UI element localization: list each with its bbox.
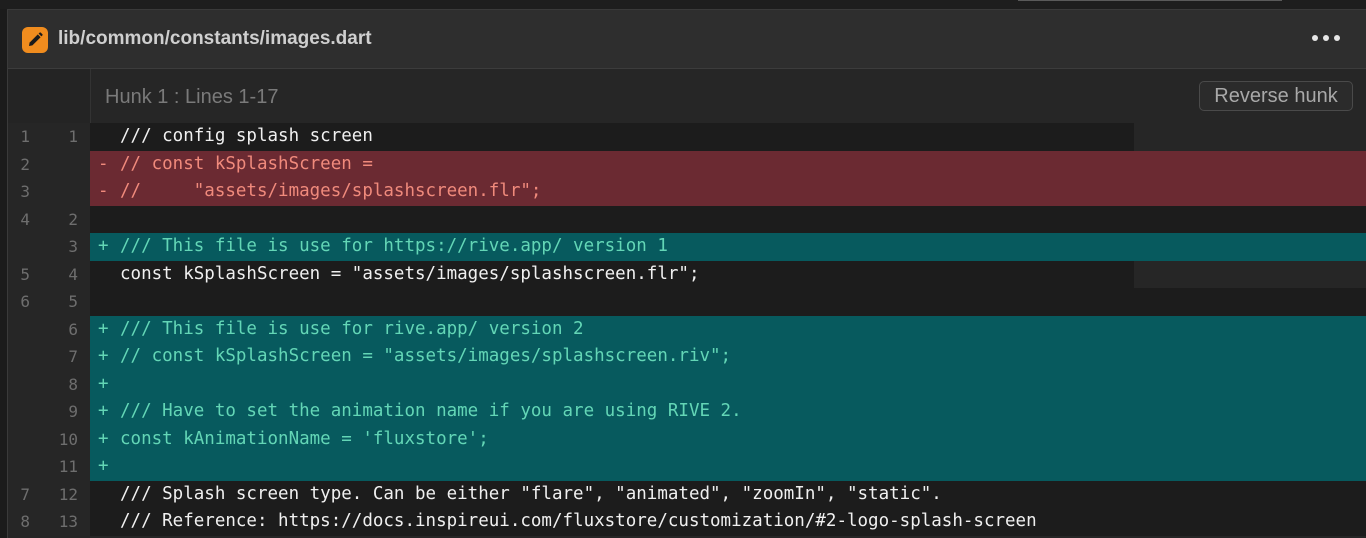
code-text: + /// This file is use for https://rive.a… (90, 233, 1366, 261)
reverse-hunk-button[interactable]: Reverse hunk (1199, 81, 1353, 111)
diff-line-context[interactable]: 5 4 const kSplashScreen = "assets/images/… (8, 260, 1366, 289)
diff-sign: + (98, 318, 109, 339)
tab-edge (1018, 0, 1282, 1)
diff-lines: 11 /// config splash screen 2-// const kS… (8, 123, 1366, 536)
diff-line-added[interactable]: 3 + /// This file is use for https://rive.… (8, 233, 1366, 261)
diff-sign: + (98, 373, 109, 394)
new-line-number: 3 (68, 237, 78, 256)
new-line-number: 12 (58, 484, 78, 504)
code-text: + // const kSplashScreen = "assets/images… (90, 343, 1366, 371)
old-line-number: 7 (20, 484, 30, 504)
code-text: + (90, 453, 1366, 481)
diff-line-removed[interactable]: 3 -// "assets/images/splashscreen.flr"; (8, 178, 1366, 206)
hunk-header: Hunk 1 : Lines 1-17 Reverse hunk (8, 69, 1366, 123)
file-header: lib/common/constants/images.dart (8, 10, 1366, 69)
code-content: /// Have to set the animation name if yo… (120, 401, 742, 421)
diff-line-context[interactable]: 7 12 /// Splash screen type. Can be eithe… (8, 480, 1366, 509)
diff-sign (98, 508, 120, 536)
diff-line-added[interactable]: 7 + // const kSplashScreen = "assets/image… (8, 343, 1366, 371)
code-content: /// This file is use for https://rive.ap… (120, 236, 668, 256)
code-text: /// config splash screen (90, 123, 1134, 151)
new-line-number: 11 (58, 457, 78, 476)
code-content: /// Reference: https://docs.inspireui.co… (120, 511, 1037, 531)
new-line-number: 7 (68, 347, 78, 366)
code-content: const kSplashScreen = "assets/images/spl… (120, 263, 700, 284)
diff-line-context[interactable]: 8 13 /// Reference: https://docs.inspireu… (8, 508, 1366, 536)
code-content: // const kSplashScreen = (120, 153, 373, 174)
new-line-number: 8 (68, 374, 78, 394)
old-line-number: 4 (20, 209, 30, 229)
diff-sign: + (98, 346, 109, 366)
window-top-strip (0, 0, 1366, 9)
new-line-number: 13 (58, 512, 78, 531)
code-text: + /// Have to set the animation name if y… (90, 398, 1366, 426)
old-line-number: 1 (20, 127, 30, 146)
new-line-number: 10 (58, 429, 78, 449)
code-content: // "assets/images/splashscreen.flr"; (120, 181, 542, 201)
hunk-title: Hunk 1 : Lines 1-17 (105, 86, 279, 108)
diff-panel: lib/common/constants/images.dart Hunk 1 … (7, 9, 1366, 538)
code-text: -// const kSplashScreen = (90, 150, 1366, 178)
code-content: const kAnimationName = 'fluxstore'; (120, 428, 489, 449)
diff-line-added[interactable]: 11 + (8, 453, 1366, 481)
old-line-number: 5 (20, 264, 30, 284)
more-options-icon[interactable] (1310, 30, 1342, 46)
code-text: /// Reference: https://docs.inspireui.co… (90, 508, 1366, 536)
diff-sign (98, 481, 120, 509)
diff-line-removed[interactable]: 2 -// const kSplashScreen = (8, 150, 1366, 178)
code-text (90, 288, 1366, 316)
new-line-number: 9 (68, 402, 78, 421)
diff-sign (98, 206, 120, 234)
code-content: // const kSplashScreen = "assets/images/… (120, 346, 732, 366)
diff-line-context[interactable]: 1 1 /// config splash screen (8, 123, 1366, 151)
diff-line-added[interactable]: 8 + (8, 370, 1366, 398)
diff-sign: + (98, 236, 109, 256)
diff-sign (98, 288, 120, 316)
diff-line-added[interactable]: 9 + /// Have to set the animation name if … (8, 398, 1366, 426)
code-text: + const kAnimationName = 'fluxstore'; (90, 425, 1366, 453)
new-line-number: 1 (68, 127, 78, 146)
pencil-icon (22, 27, 48, 53)
code-text: + /// This file is use for rive.app/ vers… (90, 315, 1366, 343)
file-path: lib/common/constants/images.dart (58, 28, 372, 49)
diff-line-context[interactable]: 65 (8, 288, 1366, 316)
new-line-number: 5 (68, 292, 78, 311)
code-text: /// Splash screen type. Can be either "f… (90, 480, 1366, 509)
old-line-number: 3 (20, 182, 30, 201)
code-text: -// "assets/images/splashscreen.flr"; (90, 178, 1366, 206)
new-line-number: 4 (68, 264, 78, 284)
diff-sign: + (98, 456, 109, 476)
diff-sign (98, 261, 120, 289)
code-text (90, 205, 1366, 234)
diff-sign: + (98, 428, 109, 449)
diff-sign: + (98, 401, 109, 421)
diff-sign: - (98, 153, 109, 174)
code-text: + (90, 370, 1366, 398)
code-text: const kSplashScreen = "assets/images/spl… (90, 260, 1134, 289)
code-content: /// This file is use for rive.app/ versi… (120, 318, 584, 339)
code-content: /// Splash screen type. Can be either "f… (120, 483, 942, 504)
old-line-number: 6 (20, 292, 30, 311)
diff-line-added[interactable]: 10 + const kAnimationName = 'fluxstore'; (8, 425, 1366, 453)
diff-sign (98, 123, 120, 151)
new-line-number: 2 (68, 209, 78, 229)
new-line-number: 6 (68, 319, 78, 339)
diff-line-context[interactable]: 42 (8, 205, 1366, 234)
diff-line-added[interactable]: 6 + /// This file is use for rive.app/ ver… (8, 315, 1366, 343)
old-line-number: 2 (20, 154, 30, 174)
diff-sign: - (98, 181, 109, 201)
code-content: /// config splash screen (120, 126, 373, 146)
hunk-gutter (8, 69, 91, 123)
old-line-number: 8 (20, 512, 30, 531)
